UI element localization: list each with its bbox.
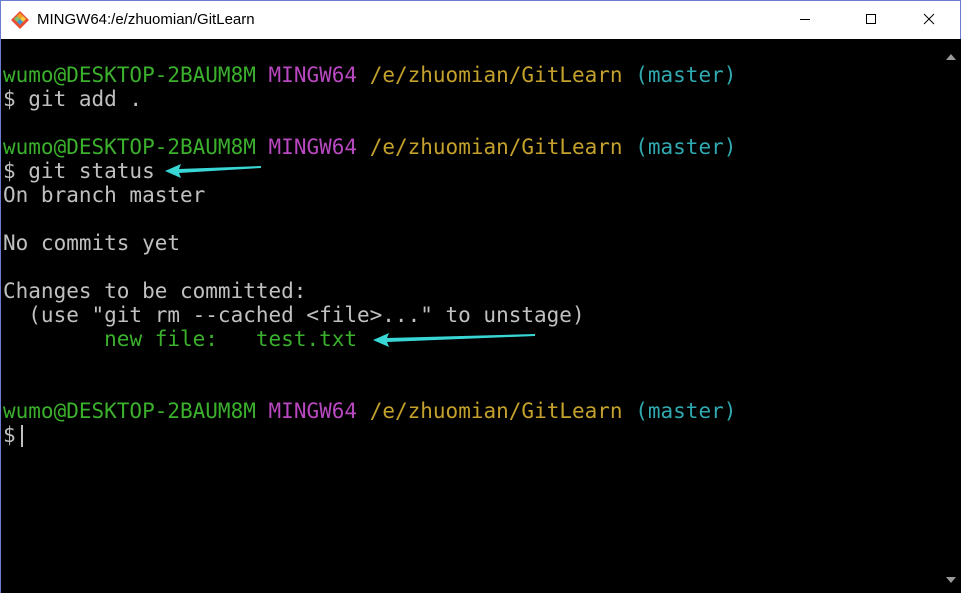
prompt-env: MINGW64 [268, 63, 358, 87]
prompt-path: /e/zhuomian/GitLearn [369, 63, 623, 87]
prompt-line: wumo@DESKTOP-2BAUM8M MINGW64 /e/zhuomian… [3, 135, 736, 159]
terminal-output[interactable]: wumo@DESKTOP-2BAUM8M MINGW64 /e/zhuomian… [1, 39, 940, 593]
prompt-branch: (master) [635, 135, 737, 159]
staged-file-line: new file: test.txt [3, 327, 357, 351]
prompt-branch: (master) [635, 63, 737, 87]
terminal-window: MINGW64:/e/zhuomian/GitLearn wumo@DESKTO… [0, 0, 961, 593]
input-line[interactable]: $ [3, 423, 23, 447]
output-line: (use "git rm --cached <file>..." to unst… [3, 303, 585, 327]
staged-file-name: test.txt [255, 327, 358, 351]
prompt-line: wumo@DESKTOP-2BAUM8M MINGW64 /e/zhuomian… [3, 63, 736, 87]
annotation-arrow-icon [373, 333, 535, 347]
vertical-scrollbar[interactable] [940, 39, 961, 593]
prompt-line: wumo@DESKTOP-2BAUM8M MINGW64 /e/zhuomian… [3, 399, 736, 423]
close-button[interactable] [906, 1, 952, 38]
scroll-down-icon[interactable] [946, 568, 956, 587]
maximize-button[interactable] [848, 1, 894, 38]
prompt-env: MINGW64 [268, 399, 358, 423]
command-line: $ git add . [3, 87, 143, 111]
new-file-label: new file: [104, 327, 218, 351]
output-line: On branch master [3, 183, 206, 207]
prompt-branch: (master) [635, 399, 737, 423]
annotation-arrow-icon [165, 164, 261, 178]
maximize-icon [865, 10, 877, 29]
minimize-button[interactable] [782, 1, 828, 38]
prompt-user: wumo@DESKTOP-2BAUM8M [3, 63, 256, 87]
git-icon [10, 10, 30, 30]
prompt-symbol: $ [3, 423, 16, 447]
scroll-up-icon[interactable] [946, 45, 956, 64]
prompt-path: /e/zhuomian/GitLearn [369, 135, 623, 159]
close-icon [923, 10, 935, 29]
command-line: $ git status [3, 159, 155, 183]
prompt-path: /e/zhuomian/GitLearn [369, 399, 623, 423]
text-cursor [20, 425, 23, 447]
output-line: Changes to be committed: [3, 279, 307, 303]
window-title: MINGW64:/e/zhuomian/GitLearn [37, 11, 255, 28]
prompt-env: MINGW64 [268, 135, 358, 159]
minimize-icon [799, 10, 811, 29]
title-bar[interactable]: MINGW64:/e/zhuomian/GitLearn [1, 1, 960, 39]
prompt-user: wumo@DESKTOP-2BAUM8M [3, 135, 256, 159]
output-line: No commits yet [3, 231, 181, 255]
prompt-user: wumo@DESKTOP-2BAUM8M [3, 399, 256, 423]
